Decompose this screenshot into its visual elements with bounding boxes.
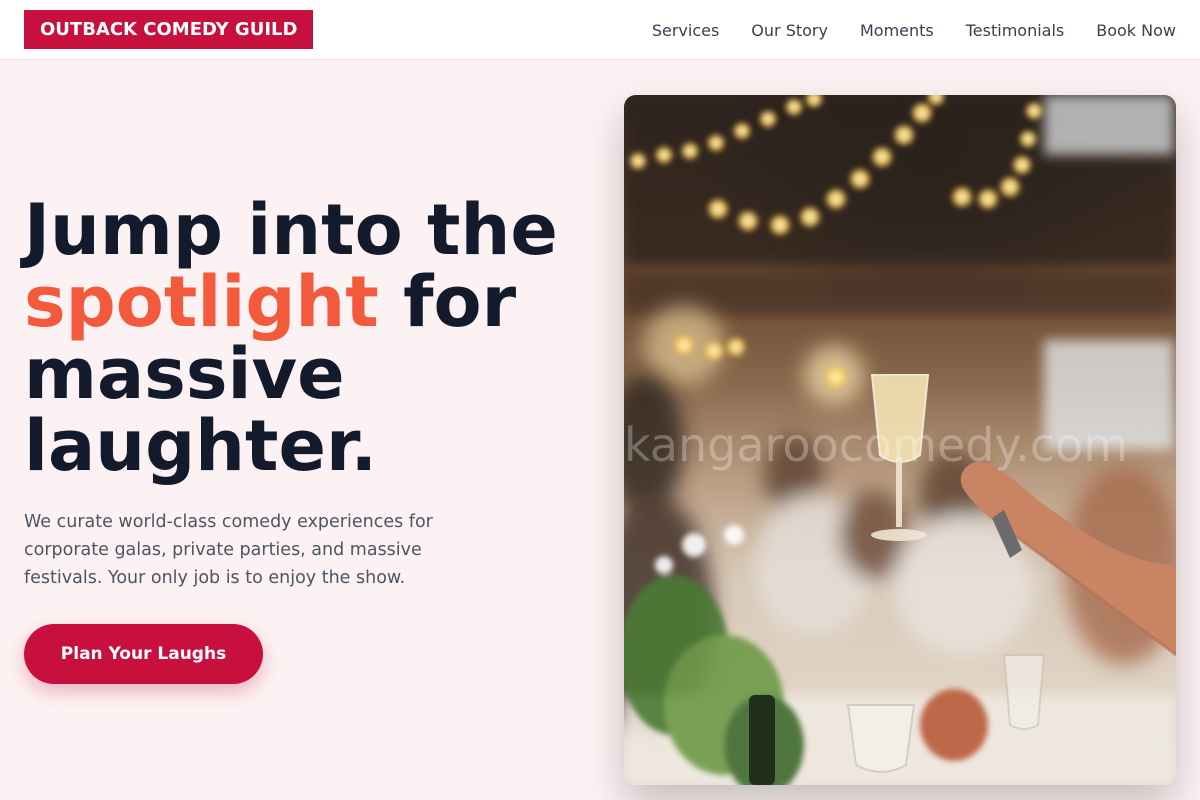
nav-link-our-story[interactable]: Our Story bbox=[751, 21, 828, 40]
photo-watermark: kangaroocomedy.com bbox=[624, 418, 1129, 472]
plan-your-laughs-button[interactable]: Plan Your Laughs bbox=[24, 624, 263, 684]
hero-title-line-2-rest: for bbox=[378, 261, 517, 343]
hero-title-line-1: Jump into the bbox=[24, 189, 558, 271]
hero-title-line-3: massive bbox=[24, 333, 345, 415]
site-header: OUTBACK COMEDY GUILD Services Our Story … bbox=[0, 0, 1200, 60]
brand-logo[interactable]: OUTBACK COMEDY GUILD bbox=[24, 10, 314, 49]
hero-description: We curate world-class comedy experiences… bbox=[24, 512, 433, 588]
hero-title-line-4: laughter. bbox=[24, 405, 378, 487]
hero-title: Jump into the spotlight for massive laug… bbox=[24, 194, 614, 482]
nav-link-services[interactable]: Services bbox=[652, 21, 719, 40]
nav-link-book-now[interactable]: Book Now bbox=[1096, 21, 1176, 40]
nav-link-moments[interactable]: Moments bbox=[860, 21, 934, 40]
hero-title-accent: spotlight bbox=[24, 261, 379, 343]
page: OUTBACK COMEDY GUILD Services Our Story … bbox=[0, 0, 1200, 800]
hero-photo: kangaroocomedy.com bbox=[624, 95, 1176, 785]
main-nav: Services Our Story Moments Testimonials … bbox=[652, 0, 1176, 60]
nav-link-testimonials[interactable]: Testimonials bbox=[966, 21, 1065, 40]
